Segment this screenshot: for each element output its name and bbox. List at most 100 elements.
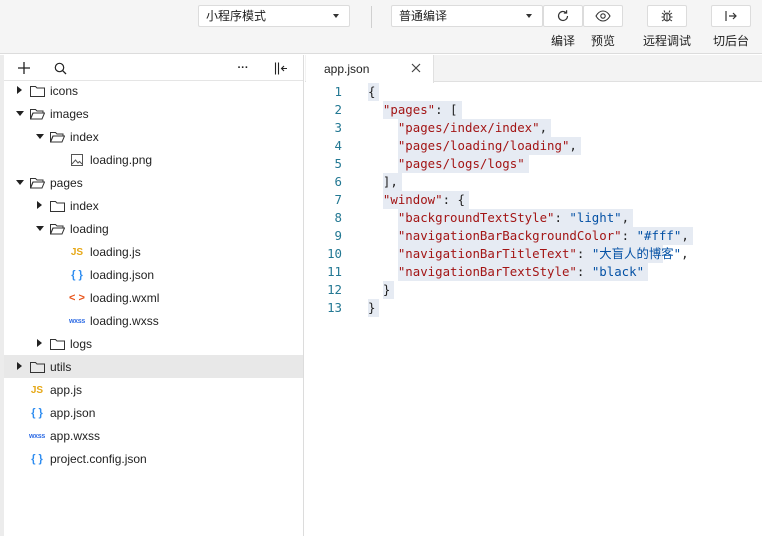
chevron-down-icon[interactable] [16, 180, 24, 185]
code-line[interactable]: 4 "pages/loading/loading", [305, 137, 762, 155]
json-key: "navigationBarTitleText" [397, 246, 577, 261]
json-punctuation [368, 246, 398, 261]
file-explorer: ··· icons images index loading.png pages inde… [0, 55, 304, 536]
chevron-down-icon[interactable] [16, 111, 24, 116]
tree-folder[interactable]: pages [4, 171, 303, 194]
wxss-file-icon: wxss [29, 432, 45, 440]
image-file-icon [69, 153, 85, 167]
json-key: "navigationBarTextStyle" [397, 264, 577, 279]
code-line[interactable]: 6 ], [305, 173, 762, 191]
js-file-icon: JS [70, 246, 84, 258]
line-number: 12 [327, 282, 342, 297]
tree-folder[interactable]: logs [4, 332, 303, 355]
tree-file[interactable]: JS loading.js [4, 240, 303, 263]
code-line[interactable]: 10 "navigationBarTitleText": "大盲人的博客", [305, 245, 762, 263]
line-number: 11 [327, 264, 342, 279]
tree-folder[interactable]: index [4, 194, 303, 217]
line-number: 13 [327, 300, 342, 315]
add-icon[interactable] [16, 60, 32, 76]
tree-item-label: loading.json [90, 267, 155, 282]
line-number: 9 [334, 228, 342, 243]
code-line[interactable]: 13} [305, 299, 762, 317]
close-icon[interactable] [410, 62, 422, 74]
code-line[interactable]: 11 "navigationBarTextStyle": "black" [305, 263, 762, 281]
tree-item-label: loading.js [90, 244, 141, 259]
tree-file[interactable]: JS app.js [4, 378, 303, 401]
code-line[interactable]: 9 "navigationBarBackgroundColor": "#fff"… [305, 227, 762, 245]
json-punctuation: : [576, 264, 592, 279]
line-number: 3 [334, 120, 342, 135]
tree-folder[interactable]: icons [4, 79, 303, 102]
line-number: 5 [334, 156, 342, 171]
tree-folder[interactable]: loading [4, 217, 303, 240]
tree-file[interactable]: { } app.json [4, 401, 303, 424]
chevron-down-icon [526, 14, 532, 18]
tree-item-label: app.json [50, 405, 96, 420]
tree-file[interactable]: { } loading.json [4, 263, 303, 286]
code-text: "navigationBarBackgroundColor": "#fff", [368, 227, 689, 245]
compile-select-value: 普通编译 [399, 9, 448, 23]
json-punctuation: , [621, 210, 630, 225]
mode-select[interactable]: 小程序模式 [198, 5, 350, 27]
code-text: "pages": [ [368, 101, 458, 119]
json-punctuation: : [ [435, 102, 458, 117]
tab-app-json[interactable]: app.json [306, 55, 434, 83]
tree-folder[interactable]: utils [4, 355, 303, 378]
tree-file[interactable]: < > loading.wxml [4, 286, 303, 309]
chevron-right-icon[interactable] [17, 362, 22, 370]
chevron-right-icon[interactable] [37, 201, 42, 209]
tree-file[interactable]: { } project.config.json [4, 447, 303, 470]
bug-icon [661, 10, 673, 22]
tab-label: app.json [324, 62, 370, 76]
json-key: "window" [382, 192, 443, 207]
code-line[interactable]: 8 "backgroundTextStyle": "light", [305, 209, 762, 227]
json-punctuation: } [368, 282, 391, 297]
tree-item-label: app.js [50, 382, 83, 397]
search-icon[interactable] [52, 60, 68, 76]
tree-folder[interactable]: images [4, 102, 303, 125]
collapse-panel-icon[interactable] [273, 60, 289, 76]
line-number: 8 [334, 210, 342, 225]
json-string: "#fff" [636, 228, 682, 243]
tree-file[interactable]: wxss app.wxss [4, 424, 303, 447]
switch-background-button[interactable] [711, 5, 751, 27]
code-line[interactable]: 12 } [305, 281, 762, 299]
remote-debug-button[interactable] [647, 5, 687, 27]
json-string: "light" [569, 210, 622, 225]
chevron-right-icon[interactable] [17, 86, 22, 94]
line-number: 2 [334, 102, 342, 117]
json-punctuation [368, 102, 383, 117]
json-file-icon: { } [31, 407, 43, 419]
chevron-down-icon[interactable] [36, 134, 44, 139]
more-icon[interactable]: ··· [235, 60, 251, 76]
tree-item-label: utils [50, 359, 72, 374]
code-text: "pages/index/index", [368, 119, 547, 137]
tree-file[interactable]: wxss loading.wxss [4, 309, 303, 332]
line-number: 10 [327, 246, 342, 261]
code-line[interactable]: 3 "pages/index/index", [305, 119, 762, 137]
code-line[interactable]: 1{ [305, 83, 762, 101]
json-punctuation: : [621, 228, 637, 243]
code-line[interactable]: 5 "pages/logs/logs" [305, 155, 762, 173]
json-string: "black" [591, 264, 645, 279]
tree-folder[interactable]: index [4, 125, 303, 148]
tree-file[interactable]: loading.png [4, 148, 303, 171]
code-text: "window": { [368, 191, 465, 209]
remote-debug-label: 远程调试 [642, 34, 691, 48]
chevron-right-icon[interactable] [37, 339, 42, 347]
json-punctuation: , [681, 228, 689, 243]
json-key: "pages/index/index" [397, 120, 540, 135]
folder-open-icon [29, 107, 45, 121]
compile-select[interactable]: 普通编译 [391, 5, 543, 27]
tree-item-label: index [70, 129, 99, 144]
preview-button[interactable] [583, 5, 623, 27]
code-line[interactable]: 2 "pages": [ [305, 101, 762, 119]
chevron-down-icon[interactable] [36, 226, 44, 231]
compile-button[interactable] [543, 5, 583, 27]
line-number: 7 [334, 192, 342, 207]
tree-item-label: loading.wxml [90, 290, 160, 305]
code-line[interactable]: 7 "window": { [305, 191, 762, 209]
tree-item-label: app.wxss [50, 428, 101, 443]
json-punctuation [368, 138, 398, 153]
code-text: "pages/loading/loading", [368, 137, 577, 155]
